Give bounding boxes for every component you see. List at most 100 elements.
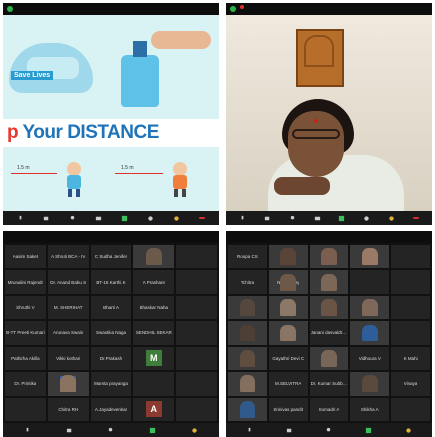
participant-tile[interactable] xyxy=(228,397,267,421)
reactions-icon[interactable] xyxy=(388,215,395,222)
participant-tile[interactable]: Dr. Anand Babu S xyxy=(47,270,89,294)
share-screen-icon[interactable] xyxy=(365,427,372,434)
participant-tile[interactable]: Bharti A xyxy=(90,295,132,320)
share-screen-icon[interactable] xyxy=(121,215,128,222)
chat-icon[interactable] xyxy=(314,215,321,222)
participant-tile[interactable]: Dr.Prakash xyxy=(90,346,132,371)
participant-tile[interactable]: A.Jayadevenkar xyxy=(90,397,132,421)
participant-tile[interactable] xyxy=(391,321,430,345)
reactions-icon[interactable] xyxy=(191,427,198,434)
participant-tile[interactable] xyxy=(309,295,349,320)
mic-icon[interactable] xyxy=(24,427,31,434)
participant-tile[interactable]: B-TT Preeti Kumari xyxy=(5,321,46,345)
participant-tile[interactable]: Srinivas pandit xyxy=(268,397,308,421)
participant-tile[interactable]: Vidhoura V xyxy=(350,346,390,371)
mic-icon[interactable] xyxy=(17,215,24,222)
security-shield-icon[interactable] xyxy=(7,6,13,12)
participant-tile[interactable] xyxy=(5,397,46,421)
participant-tile[interactable] xyxy=(228,346,267,371)
participant-tile[interactable]: Chitra RH xyxy=(47,397,89,421)
participant-tile[interactable] xyxy=(176,346,217,371)
video-icon[interactable] xyxy=(66,427,73,434)
participant-tile[interactable] xyxy=(228,295,267,320)
video-icon[interactable] xyxy=(43,215,50,222)
participant-tile[interactable] xyxy=(350,245,390,269)
participant-tile[interactable] xyxy=(176,295,217,320)
record-icon[interactable] xyxy=(363,215,370,222)
participant-tile[interactable]: Shikha A xyxy=(350,397,390,421)
participant-tile[interactable] xyxy=(176,372,217,396)
participant-tile[interactable]: R xyxy=(47,372,89,396)
participant-tile[interactable] xyxy=(176,397,217,421)
participants-icon[interactable] xyxy=(289,215,296,222)
gallery-view-page-2: Roopa CS Tchitra Nagomerry Janani dasvaldta… xyxy=(226,231,432,437)
record-icon[interactable] xyxy=(147,215,154,222)
participant-tile[interactable] xyxy=(391,295,430,320)
participant-tile[interactable] xyxy=(391,270,430,294)
participant-tile[interactable]: Arunava Swain xyxy=(47,321,89,345)
participant-tile[interactable]: Dr. Printika xyxy=(5,372,46,396)
participant-tile[interactable]: Vinaya xyxy=(391,372,430,396)
participant-tile[interactable]: Mrunalini Rajendr xyxy=(5,270,46,294)
participant-tile[interactable]: BT-16 Karthi K xyxy=(90,270,132,294)
participant-tile[interactable]: A xyxy=(133,397,175,421)
participant-tile[interactable] xyxy=(268,321,308,345)
participant-tile[interactable]: Somadri A xyxy=(309,397,349,421)
participant-tile[interactable]: SENDHIL SEKAR xyxy=(133,321,175,345)
participant-tile[interactable]: Vikki kothari xyxy=(47,346,89,371)
chat-icon[interactable] xyxy=(95,215,102,222)
participant-tile[interactable] xyxy=(133,245,175,269)
participant-tile[interactable]: Nagomerry xyxy=(268,270,308,294)
participant-tile[interactable]: Tchitra xyxy=(228,270,267,294)
participant-tile[interactable]: M.SELVITRA xyxy=(268,372,308,396)
participant-tile[interactable] xyxy=(176,245,217,269)
participant-tile[interactable]: M. SHERIHAT xyxy=(47,295,89,320)
participants-icon[interactable] xyxy=(107,427,114,434)
participant-tile[interactable] xyxy=(309,245,349,269)
participant-tile[interactable]: Gayathri Devi C xyxy=(268,346,308,371)
participant-tile[interactable] xyxy=(309,270,349,294)
end-meeting-button[interactable] xyxy=(413,217,420,219)
participant-tile[interactable]: M xyxy=(133,346,175,371)
security-shield-icon[interactable] xyxy=(230,6,236,12)
reactions-icon[interactable] xyxy=(405,427,412,434)
participants-icon[interactable] xyxy=(69,215,76,222)
participant-tile[interactable] xyxy=(268,295,308,320)
participant-tile[interactable]: A Shruti BCA - IV xyxy=(47,245,89,269)
participant-tile[interactable]: Bhaskar Naha xyxy=(133,295,175,320)
video-icon[interactable] xyxy=(264,215,271,222)
participant-tile[interactable] xyxy=(133,372,175,396)
participant-tile[interactable] xyxy=(228,372,267,396)
mic-icon[interactable] xyxy=(239,215,246,222)
participant-tile[interactable]: Roopa CS xyxy=(228,245,267,269)
participant-tile[interactable]: A Prashant xyxy=(133,270,175,294)
participant-tile[interactable] xyxy=(350,295,390,320)
participant-tile[interactable]: Swastika Naga xyxy=(90,321,132,345)
participant-tile[interactable] xyxy=(391,245,430,269)
participant-tile[interactable]: Pathirha Akilla xyxy=(5,346,46,371)
participant-tile[interactable]: Mamta prayanga xyxy=(90,372,132,396)
reactions-icon[interactable] xyxy=(173,215,180,222)
participant-tile[interactable]: Janani dasvaldtanen xyxy=(309,321,349,345)
participants-icon[interactable] xyxy=(325,427,332,434)
share-screen-icon[interactable] xyxy=(149,427,156,434)
participant-tile[interactable] xyxy=(350,321,390,345)
participant-tile[interactable]: Aasim Saket xyxy=(5,245,46,269)
participant-tile[interactable] xyxy=(228,321,267,345)
participant-tile[interactable] xyxy=(268,245,308,269)
participant-tile[interactable] xyxy=(176,321,217,345)
participant-tile[interactable]: Shruthi V xyxy=(5,295,46,320)
participant-tile[interactable] xyxy=(309,346,349,371)
participant-tile[interactable] xyxy=(391,397,430,421)
participant-tile[interactable] xyxy=(350,372,390,396)
participant-tile[interactable]: C Sudha Jenifer xyxy=(90,245,132,269)
video-icon[interactable] xyxy=(286,427,293,434)
participant-tile[interactable] xyxy=(176,270,217,294)
participant-name: Arunava Swain xyxy=(53,330,84,336)
mic-icon[interactable] xyxy=(246,427,253,434)
share-screen-icon[interactable] xyxy=(338,215,345,222)
end-meeting-button[interactable] xyxy=(199,217,206,219)
participant-tile[interactable]: Dr. Kumar Subbrar xyxy=(309,372,349,396)
participant-tile[interactable] xyxy=(350,270,390,294)
participant-tile[interactable]: K Mahi xyxy=(391,346,430,371)
